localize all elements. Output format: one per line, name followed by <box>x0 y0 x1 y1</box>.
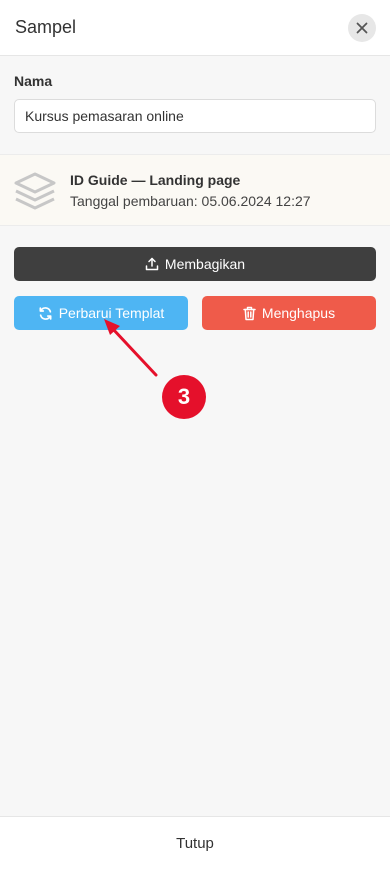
panel-header: Sampel <box>0 0 390 56</box>
close-button[interactable] <box>348 14 376 42</box>
upload-icon <box>145 257 159 271</box>
delete-button-label: Menghapus <box>261 305 336 321</box>
update-template-label: Perbarui Templat <box>58 305 165 321</box>
refresh-icon <box>39 306 52 320</box>
close-icon <box>356 22 368 34</box>
step-number-badge: 3 <box>162 375 206 419</box>
template-updated-date: Tanggal pembaruan: 05.06.2024 12:27 <box>70 193 311 209</box>
template-panel: Sampel Nama ID Guide — Landing page Tang… <box>0 0 390 870</box>
delete-button[interactable]: Menghapus <box>202 296 376 330</box>
close-footer-button[interactable]: Tutup <box>176 835 214 852</box>
name-input[interactable] <box>14 99 376 133</box>
trash-icon <box>243 306 256 320</box>
name-label: Nama <box>14 73 53 89</box>
template-title: ID Guide — Landing page <box>70 172 241 188</box>
share-button[interactable]: Membagikan <box>14 247 376 281</box>
update-template-button[interactable]: Perbarui Templat <box>14 296 188 330</box>
layers-icon <box>14 172 56 210</box>
step-number: 3 <box>177 384 191 409</box>
panel-footer: Tutup <box>0 816 390 870</box>
share-button-label: Membagikan <box>164 256 246 272</box>
panel-title: Sampel <box>15 17 77 37</box>
template-info-card: ID Guide — Landing page Tanggal pembarua… <box>0 154 390 226</box>
